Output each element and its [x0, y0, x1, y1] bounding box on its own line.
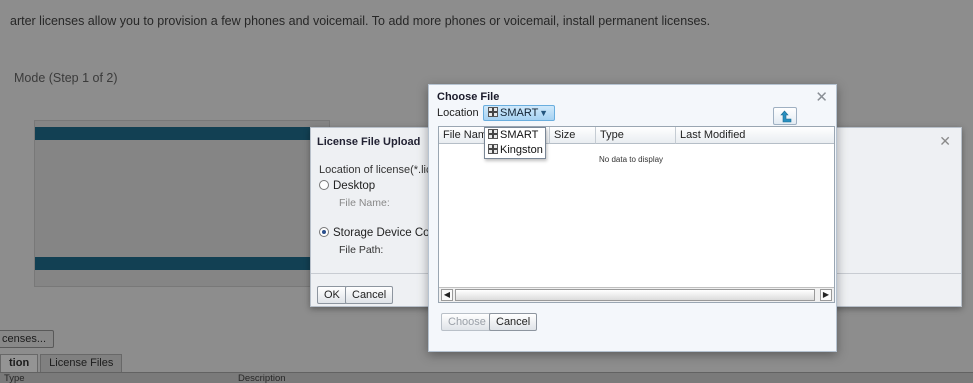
usb-drive-icon — [488, 129, 498, 139]
license-location-label: Location of license(*.lic — [319, 164, 432, 176]
up-folder-icon — [780, 110, 792, 123]
column-last-modified[interactable]: Last Modified — [676, 127, 834, 144]
location-option-kingston[interactable]: Kingston — [485, 143, 545, 158]
location-option-smart[interactable]: SMART — [485, 128, 545, 143]
storage-device-radio-option[interactable]: Storage Device Con — [319, 227, 437, 239]
close-icon[interactable]: ✕ — [815, 88, 828, 106]
column-type[interactable]: Type — [596, 127, 676, 144]
location-option-label: Kingston — [500, 144, 543, 156]
scroll-left-icon[interactable]: ◀ — [441, 289, 453, 301]
storage-device-radio[interactable] — [319, 227, 329, 237]
location-label: Location — [437, 107, 479, 119]
cancel-button[interactable]: Cancel — [489, 313, 538, 331]
location-dropdown-list: SMART Kingston — [484, 127, 546, 159]
close-icon[interactable]: ✕ — [939, 133, 951, 150]
desktop-radio-option[interactable]: Desktop — [319, 180, 375, 192]
scroll-right-icon[interactable]: ▶ — [820, 289, 832, 301]
up-folder-button[interactable] — [773, 107, 797, 125]
empty-message: No data to display — [599, 155, 664, 164]
file-path-label: File Path: — [339, 244, 384, 256]
location-select[interactable]: SMART ▼ — [483, 105, 555, 121]
scrollbar-thumb[interactable] — [455, 289, 815, 301]
choose-file-dialog: Choose File ✕ Location SMART ▼ File Nam … — [428, 84, 837, 352]
storage-device-radio-label: Storage Device Con — [333, 227, 436, 239]
usb-drive-icon — [488, 144, 498, 154]
desktop-radio[interactable] — [319, 180, 329, 190]
upload-cancel-button[interactable]: Cancel — [345, 286, 394, 304]
usb-drive-icon — [488, 107, 498, 117]
upload-dialog-title: License File Upload — [317, 136, 421, 148]
desktop-radio-label: Desktop — [333, 180, 376, 192]
location-selected-value: SMART — [500, 107, 539, 119]
file-name-label: File Name: — [339, 197, 390, 209]
ok-button[interactable]: OK — [317, 286, 347, 304]
chevron-down-icon: ▼ — [539, 108, 548, 118]
horizontal-scrollbar[interactable]: ◀ ▶ — [439, 287, 834, 302]
location-option-label: SMART — [500, 129, 539, 141]
choose-button[interactable]: Choose — [441, 313, 493, 331]
choose-dialog-title: Choose File — [437, 91, 500, 103]
column-size[interactable]: Size — [550, 127, 596, 144]
